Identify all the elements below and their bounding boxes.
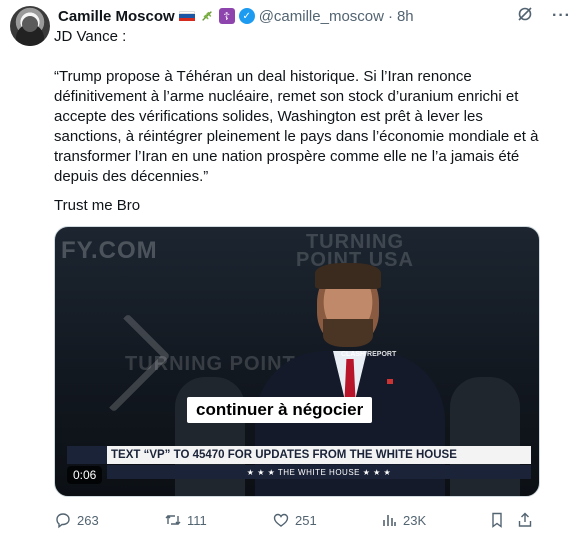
reply-icon	[56, 513, 70, 529]
author-handle[interactable]: @camille_moscow	[259, 8, 384, 25]
banner-text: TEXT “VP” TO 45470 FOR UPDATES FROM THE …	[111, 449, 457, 461]
post-quote: “Trump propose à Téhéran un deal histori…	[54, 68, 543, 185]
reply-count: 263	[77, 512, 99, 528]
banner-subtitle: ★ ★ ★ THE WHITE HOUSE ★ ★ ★	[107, 465, 531, 479]
separator-dot: ·	[387, 7, 393, 25]
author-name[interactable]: Camille Moscow	[58, 8, 175, 25]
views-button[interactable]: 23K	[380, 511, 488, 529]
chair	[450, 377, 520, 496]
repost-icon	[165, 515, 181, 525]
video-player[interactable]: FY.COM TURNING POINT USA TURNING POINT U…	[54, 226, 540, 497]
post-header: Camille Moscow ☦ ✓ @camille_moscow · 8h …	[58, 6, 571, 26]
verified-badge-icon: ✓	[238, 8, 255, 24]
post-time[interactable]: 8h	[397, 8, 414, 25]
like-count: 251	[295, 512, 317, 528]
white-house-logo	[67, 446, 107, 464]
post-outro: Trust me Bro	[54, 197, 141, 214]
repost-count: 111	[187, 512, 207, 528]
post-intro: JD Vance :	[54, 28, 127, 45]
channel-watermark: CLASH REPORT	[341, 351, 397, 358]
views-icon	[383, 515, 396, 526]
reply-button[interactable]: 263	[54, 511, 164, 529]
repost-button[interactable]: 111	[164, 511, 272, 529]
author-avatar[interactable]	[10, 6, 50, 46]
russia-flag-icon	[178, 10, 195, 22]
bookmark-icon	[492, 512, 502, 528]
orthodox-cross-icon: ☦	[218, 8, 235, 24]
post-actions: 263 111 251 23K	[54, 510, 544, 530]
olive-branch-icon	[199, 8, 215, 24]
bookmark-button[interactable]	[488, 511, 516, 529]
like-button[interactable]: 251	[272, 511, 380, 529]
share-button[interactable]	[516, 511, 536, 529]
lower-third-banner: TEXT “VP” TO 45470 FOR UPDATES FROM THE …	[67, 446, 531, 464]
grok-icon[interactable]	[516, 5, 534, 27]
views-count: 23K	[403, 512, 427, 528]
background-text: FY.COM	[61, 237, 158, 264]
more-options-icon[interactable]: ···	[552, 7, 571, 25]
video-caption: continuer à négocier	[187, 397, 373, 423]
video-timer: 0:06	[67, 466, 103, 484]
chair	[175, 377, 245, 496]
heart-icon	[273, 513, 289, 527]
share-icon	[518, 512, 532, 527]
